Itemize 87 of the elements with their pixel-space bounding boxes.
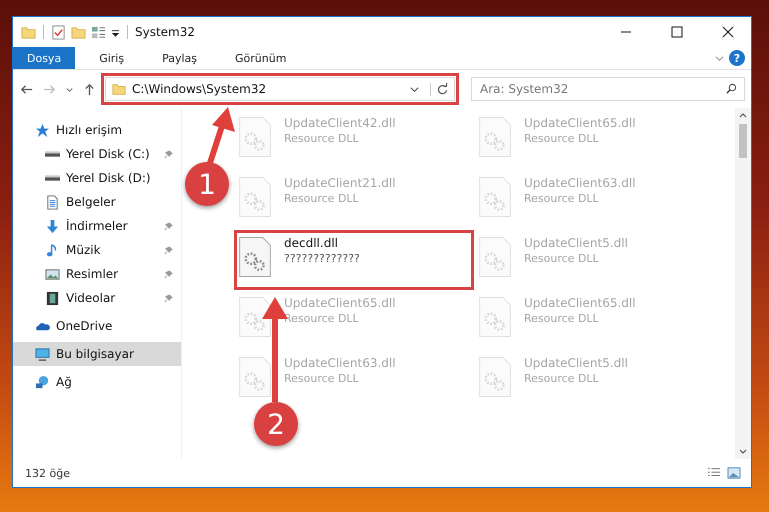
file-name: UpdateClient5.dll xyxy=(524,236,628,250)
file-type: Resource DLL xyxy=(284,372,360,385)
file-name: UpdateClient63.dll xyxy=(524,176,636,190)
dll-file-icon xyxy=(238,296,272,338)
dll-file-icon xyxy=(478,116,512,158)
document-icon xyxy=(45,194,60,210)
sidebar-label: OneDrive xyxy=(56,319,112,333)
picture-icon xyxy=(45,266,60,282)
pin-icon[interactable] xyxy=(164,294,173,302)
sidebar-label: İndirmeler xyxy=(66,219,128,233)
sidebar-label: Hızlı erişim xyxy=(56,123,122,137)
file-type: Resource DLL xyxy=(524,192,600,205)
dll-file-icon xyxy=(238,356,272,398)
pin-icon[interactable] xyxy=(164,222,173,230)
folder-icon xyxy=(21,24,36,40)
ribbon-tab[interactable]: Paylaş xyxy=(148,47,211,69)
file-type: Resource DLL xyxy=(284,312,360,325)
file-type: ????????????? xyxy=(284,252,360,265)
sidebar-item[interactable]: Müzik xyxy=(13,238,181,262)
file-name: UpdateClient65.dll xyxy=(524,296,636,310)
address-path: C:\Windows\System32 xyxy=(132,82,268,96)
sidebar-item[interactable]: Ağ xyxy=(13,370,181,394)
checklist-icon[interactable] xyxy=(51,24,66,40)
scrollbar-thumb[interactable] xyxy=(739,124,747,158)
ribbon-tab[interactable]: Görünüm xyxy=(221,47,300,69)
star-icon xyxy=(35,122,50,138)
dropdown-caret-icon[interactable] xyxy=(111,28,120,36)
sidebar-item[interactable]: Yerel Disk (C:) xyxy=(13,142,181,166)
folder-icon xyxy=(112,82,126,96)
details-view-icon[interactable] xyxy=(707,467,721,479)
pointer-arrow xyxy=(207,107,235,164)
dll-file-icon xyxy=(478,356,512,398)
sidebar-item[interactable]: Belgeler xyxy=(13,190,181,214)
pin-icon[interactable] xyxy=(164,246,173,254)
sidebar-item[interactable]: Videolar xyxy=(13,286,181,310)
sidebar-label: Müzik xyxy=(66,243,101,257)
sidebar-item[interactable]: İndirmeler xyxy=(13,214,181,238)
file-name: UpdateClient21.dll xyxy=(284,176,396,190)
sidebar-item[interactable]: Bu bilgisayar xyxy=(13,342,181,366)
drive-icon xyxy=(45,175,60,181)
network-icon xyxy=(35,374,50,390)
sidebar-label: Ağ xyxy=(56,375,72,389)
sidebar-label: Videolar xyxy=(66,291,116,305)
dll-file-icon xyxy=(478,176,512,218)
sidebar-item[interactable]: OneDrive xyxy=(13,314,181,338)
sidebar-item[interactable]: Resimler xyxy=(13,262,181,286)
sidebar-label: Yerel Disk (D:) xyxy=(66,171,151,185)
large-icons-view-icon[interactable] xyxy=(727,467,741,479)
window-title: System32 xyxy=(135,25,196,39)
file-name: UpdateClient5.dll xyxy=(524,356,628,370)
file-name: UpdateClient42.dll xyxy=(284,116,396,130)
film-icon xyxy=(45,290,60,306)
sidebar-label: Resimler xyxy=(66,267,118,281)
properties-icon[interactable] xyxy=(91,24,106,40)
sidebar-label: Belgeler xyxy=(66,195,116,209)
file-item[interactable]: decdll.dll ????????????? xyxy=(234,230,474,290)
dll-file-icon xyxy=(238,116,272,158)
dll-file-icon xyxy=(238,176,272,218)
dll-file-icon xyxy=(238,236,272,278)
scrollbar[interactable] xyxy=(735,108,751,459)
pin-icon[interactable] xyxy=(164,150,173,158)
file-name: decdll.dll xyxy=(284,236,339,250)
search-field[interactable]: Ara: System32 xyxy=(471,77,745,101)
file-name: UpdateClient63.dll xyxy=(284,356,396,370)
sidebar-item[interactable]: Hızlı erişim xyxy=(13,118,181,142)
ribbon-tab[interactable]: Dosya xyxy=(13,47,76,69)
help-button[interactable]: ? xyxy=(729,50,745,66)
ribbon-tab[interactable]: Giriş xyxy=(85,47,138,69)
search-icon xyxy=(726,83,737,94)
pin-icon[interactable] xyxy=(164,270,173,278)
file-name: UpdateClient65.dll xyxy=(284,296,396,310)
file-type: Resource DLL xyxy=(524,132,600,145)
dll-file-icon xyxy=(478,296,512,338)
item-count: 132 öğe xyxy=(25,466,70,480)
sidebar-label: Bu bilgisayar xyxy=(56,347,134,361)
sidebar-item[interactable]: Yerel Disk (D:) xyxy=(13,166,181,190)
file-type: Resource DLL xyxy=(524,372,600,385)
file-name: UpdateClient65.dll xyxy=(524,116,636,130)
computer-icon xyxy=(35,346,50,362)
dll-file-icon xyxy=(478,236,512,278)
file-type: Resource DLL xyxy=(284,132,360,145)
download-icon xyxy=(45,218,60,234)
file-type: Resource DLL xyxy=(524,312,600,325)
file-type: Resource DLL xyxy=(524,252,600,265)
file-type: Resource DLL xyxy=(284,192,360,205)
sidebar-label: Yerel Disk (C:) xyxy=(66,147,150,161)
drive-icon xyxy=(45,151,60,157)
